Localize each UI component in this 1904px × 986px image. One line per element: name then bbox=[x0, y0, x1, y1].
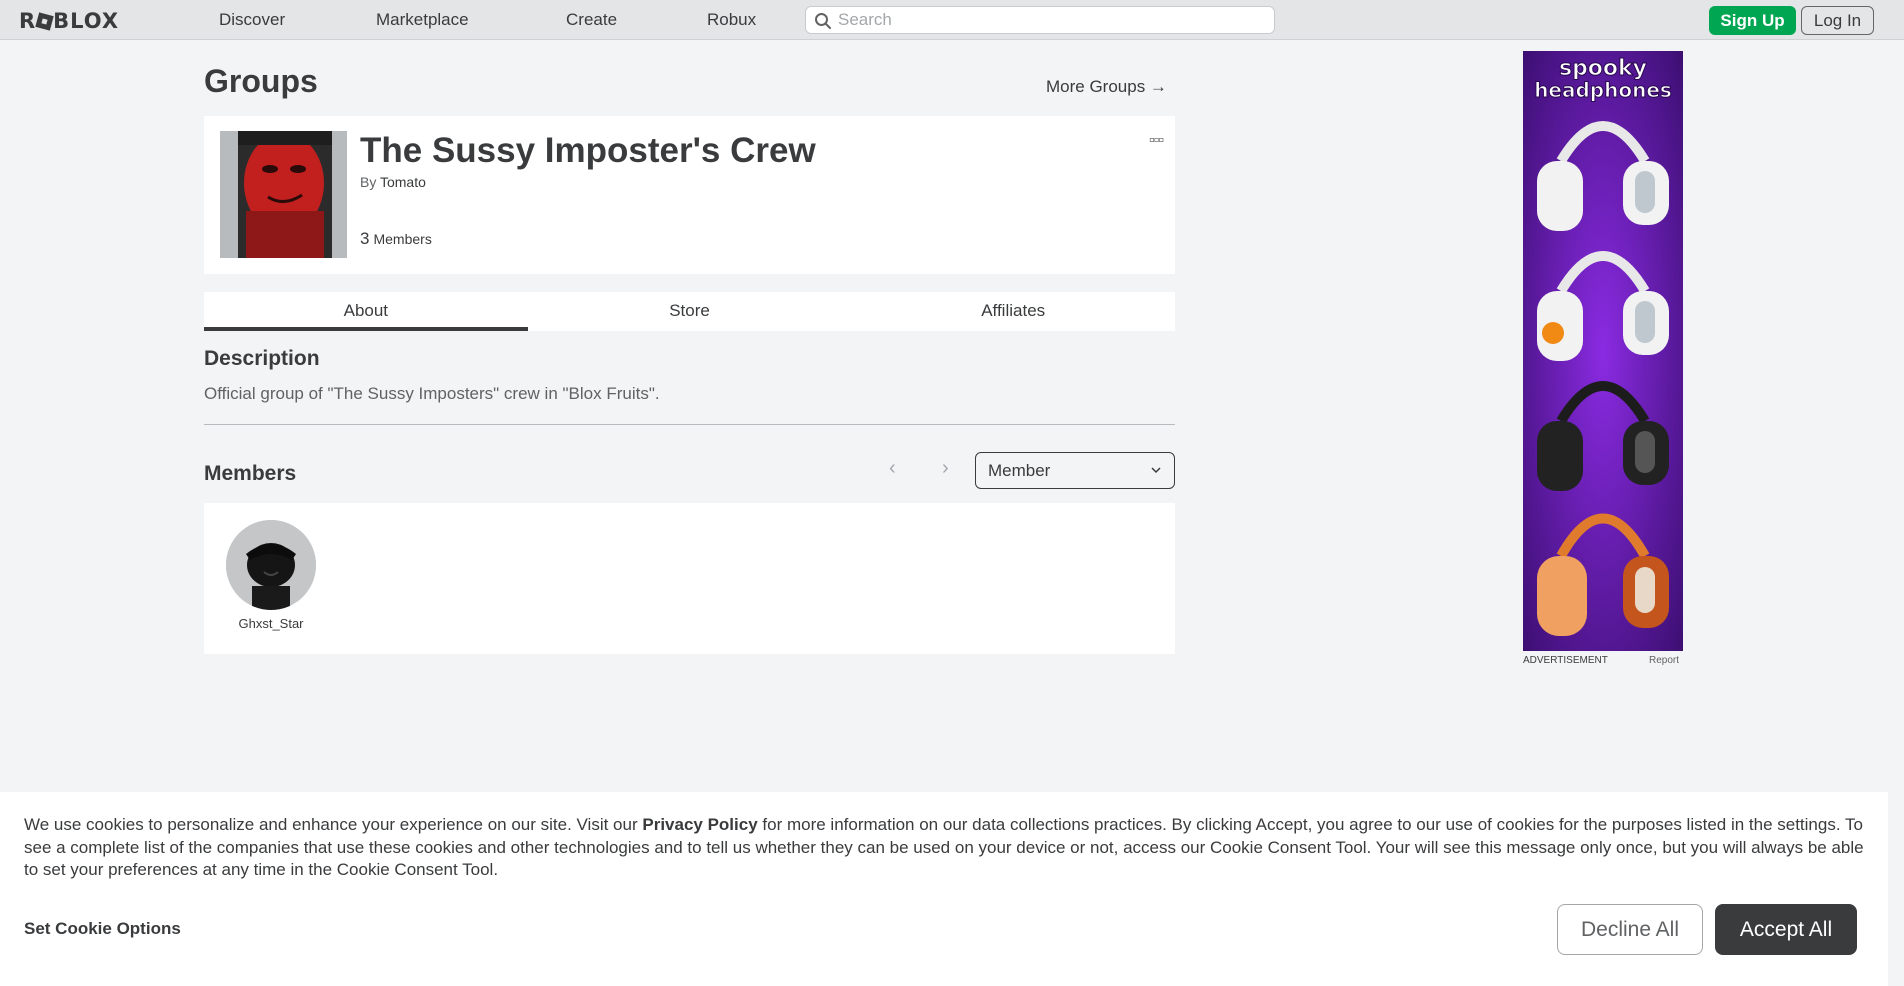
roblox-logo[interactable]: R BLOX bbox=[19, 9, 119, 33]
group-emblem bbox=[220, 131, 347, 258]
avatar[interactable] bbox=[226, 520, 316, 610]
role-dropdown-value: Member bbox=[988, 461, 1051, 480]
role-dropdown[interactable]: Member bbox=[975, 452, 1175, 489]
section-divider bbox=[204, 424, 1175, 425]
chevron-down-icon bbox=[1150, 453, 1162, 500]
sign-up-button[interactable]: Sign Up bbox=[1709, 6, 1796, 35]
search-input[interactable] bbox=[838, 10, 1258, 30]
nav-robux[interactable]: Robux bbox=[707, 10, 756, 30]
group-header-card: The Sussy Imposter's Crew By Tomato 3 Mem… bbox=[204, 116, 1175, 274]
accept-all-button[interactable]: Accept All bbox=[1715, 904, 1857, 955]
members-label: Members bbox=[373, 231, 432, 247]
chevron-right-icon[interactable]: › bbox=[942, 457, 949, 480]
set-cookie-options-link[interactable]: Set Cookie Options bbox=[24, 919, 181, 939]
member-name[interactable]: Ghxst_Star bbox=[226, 616, 316, 631]
by-prefix: By bbox=[360, 174, 377, 190]
search-bar bbox=[805, 6, 1275, 34]
cookie-message: We use cookies to personalize and enhanc… bbox=[24, 814, 1874, 882]
description-title: Description bbox=[204, 347, 320, 370]
chevron-left-icon[interactable]: ‹ bbox=[889, 457, 896, 480]
tab-affiliates[interactable]: Affiliates bbox=[851, 292, 1175, 331]
more-options-icon[interactable]: ▫▫▫ bbox=[1149, 132, 1164, 150]
tab-store[interactable]: Store bbox=[528, 292, 852, 331]
page-title: Groups bbox=[204, 63, 318, 99]
advertisement-banner[interactable]: spooky headphones bbox=[1523, 51, 1683, 651]
ad-report-link[interactable]: Report bbox=[1649, 655, 1679, 666]
description-text: Official group of "The Sussy Imposters" … bbox=[204, 384, 660, 403]
nav-marketplace[interactable]: Marketplace bbox=[376, 10, 469, 30]
member-card[interactable]: Ghxst_Star bbox=[226, 520, 316, 631]
top-nav: R BLOX Discover Marketplace Create Robux … bbox=[0, 0, 1904, 40]
nav-discover[interactable]: Discover bbox=[219, 10, 285, 30]
group-tabs: About Store Affiliates bbox=[204, 292, 1175, 331]
member-count: 3 Members bbox=[360, 229, 432, 249]
tab-about[interactable]: About bbox=[204, 292, 528, 331]
log-in-button[interactable]: Log In bbox=[1801, 6, 1874, 35]
member-count-number: 3 bbox=[360, 229, 370, 248]
more-groups-link[interactable]: More Groups → bbox=[1046, 77, 1167, 97]
decline-all-button[interactable]: Decline All bbox=[1557, 904, 1703, 955]
members-title: Members bbox=[204, 462, 297, 485]
group-owner-line: By Tomato bbox=[360, 174, 426, 190]
search-icon bbox=[815, 13, 831, 29]
cookie-text-before: We use cookies to personalize and enhanc… bbox=[24, 815, 643, 834]
ad-headline-2: headphones bbox=[1534, 78, 1672, 102]
group-owner-link[interactable]: Tomato bbox=[380, 174, 426, 190]
group-name: The Sussy Imposter's Crew bbox=[360, 131, 816, 170]
nav-create[interactable]: Create bbox=[566, 10, 617, 30]
cookie-banner: We use cookies to personalize and enhanc… bbox=[0, 792, 1888, 986]
members-list: Ghxst_Star bbox=[204, 503, 1175, 654]
ad-label: ADVERTISEMENT bbox=[1523, 655, 1608, 666]
privacy-policy-link[interactable]: Privacy Policy bbox=[642, 815, 757, 834]
